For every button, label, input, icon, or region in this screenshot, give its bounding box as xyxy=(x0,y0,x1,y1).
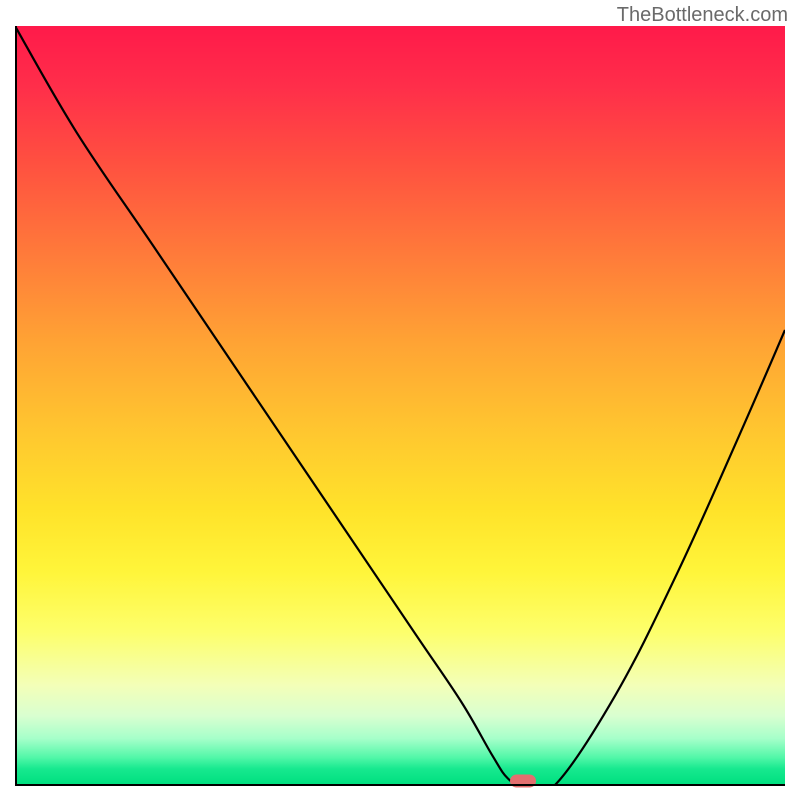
plot-area xyxy=(15,26,785,786)
chart-container xyxy=(15,26,785,786)
gradient-background xyxy=(17,26,785,784)
y-axis xyxy=(15,26,17,786)
watermark-text: TheBottleneck.com xyxy=(617,4,788,27)
x-axis xyxy=(15,784,785,786)
